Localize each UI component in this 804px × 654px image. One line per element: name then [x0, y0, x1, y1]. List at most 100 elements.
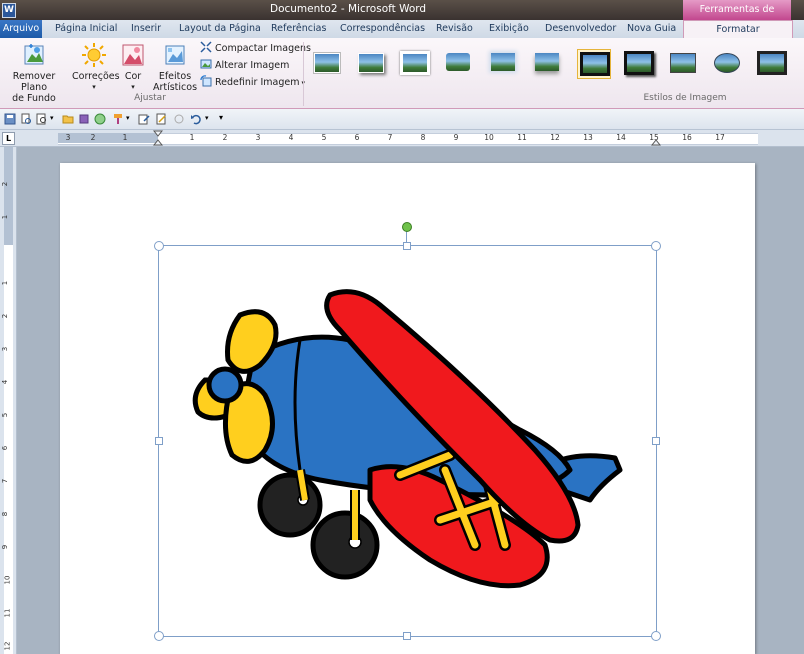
ruler-label: 16: [682, 133, 692, 142]
style-preview: [446, 53, 470, 71]
right-indent-marker[interactable]: [651, 138, 661, 146]
tab-developer[interactable]: Desenvolvedor: [545, 20, 616, 38]
picture-style-1[interactable]: [310, 49, 342, 77]
save-icon[interactable]: [4, 113, 16, 125]
picture-style-3[interactable]: [398, 49, 430, 77]
open-folder-icon[interactable]: [62, 113, 74, 125]
picture-style-4[interactable]: [442, 49, 474, 77]
ruler-label: 11: [3, 608, 12, 618]
tab-format[interactable]: Formatar: [683, 20, 793, 40]
style-preview: [491, 53, 515, 71]
picture-style-6[interactable]: [531, 49, 563, 77]
tab-view[interactable]: Exibição: [489, 20, 529, 38]
ruler-label: 2: [1, 181, 10, 187]
picture-selection-frame[interactable]: [158, 245, 657, 637]
tab-review[interactable]: Revisão: [436, 20, 473, 38]
picture-style-2[interactable]: [354, 49, 386, 77]
ruler-label: 4: [288, 133, 294, 142]
style-preview: [535, 53, 559, 71]
style-preview: [314, 53, 340, 73]
resize-handle-bottom-left[interactable]: [154, 631, 164, 641]
adjust-group-label: Ajustar: [134, 93, 166, 103]
remove-background-button[interactable]: Remover Plano de Fundo: [2, 42, 66, 104]
ruler-label: 2: [222, 133, 228, 142]
word-app-icon[interactable]: W: [2, 3, 16, 18]
horizontal-ruler[interactable]: L 3 2 1 1 2 3 4 5 6 7 8 9 10 11 12 13 14…: [0, 130, 804, 147]
tab-mailings[interactable]: Correspondências: [340, 20, 425, 38]
resize-handle-bottom[interactable]: [403, 632, 411, 640]
ruler-label: 8: [420, 133, 426, 142]
tab-file[interactable]: Arquivo: [0, 20, 42, 38]
tab-references[interactable]: Referências: [271, 20, 326, 38]
remove-background-label: Remover Plano de Fundo: [12, 71, 56, 104]
tab-page-layout[interactable]: Layout da Página: [179, 20, 261, 38]
ribbon-format: Remover Plano de Fundo Correções ▾ Cor ▾: [0, 38, 804, 109]
ruler-label: 4: [1, 379, 10, 385]
tab-home[interactable]: Página Inicial: [55, 20, 117, 38]
resize-handle-left[interactable]: [155, 437, 163, 445]
zoom-dropdown-icon[interactable]: ▾: [50, 114, 62, 126]
change-picture-button[interactable]: Alterar Imagem: [200, 58, 289, 74]
compress-pictures-button[interactable]: Compactar Imagens: [200, 41, 311, 57]
edit-icon[interactable]: [138, 113, 150, 125]
corrections-dropdown-icon: ▾: [92, 83, 96, 91]
zoom-icon[interactable]: [36, 113, 48, 125]
corrections-button[interactable]: Correções ▾: [72, 42, 120, 93]
picture-style-5[interactable]: [487, 49, 519, 77]
ruler-label: 1: [1, 214, 10, 220]
globe-icon[interactable]: [94, 113, 106, 125]
ruler-label: 6: [1, 445, 10, 451]
corrections-sun-icon: [82, 43, 106, 67]
first-line-indent-marker[interactable]: [153, 130, 163, 146]
ruler-label: 11: [517, 133, 527, 142]
painter-dropdown-icon[interactable]: ▾: [126, 114, 138, 126]
resize-handle-top-right[interactable]: [651, 241, 661, 251]
corrections-label: Correções: [72, 71, 120, 82]
artistic-effects-button[interactable]: Efeitos Artísticos: [150, 42, 200, 93]
ruler-label: 2: [1, 313, 10, 319]
ruler-label: 7: [387, 133, 393, 142]
tab-new[interactable]: Nova Guia: [627, 20, 676, 38]
ruler-label: 9: [1, 544, 10, 550]
ruler-label: 5: [321, 133, 327, 142]
tab-insert[interactable]: Inserir: [131, 20, 161, 38]
style-preview: [400, 51, 430, 75]
undo-dropdown-icon[interactable]: ▾: [205, 114, 217, 126]
color-button[interactable]: Cor ▾: [118, 42, 148, 93]
reset-picture-button[interactable]: Redefinir Imagem▾: [200, 75, 305, 91]
compress-pictures-label: Compactar Imagens: [215, 43, 311, 54]
customize-toolbar-icon[interactable]: ▾: [219, 113, 231, 125]
ruler-label: 7: [1, 478, 10, 484]
new-document-icon[interactable]: [155, 113, 167, 125]
style-preview: [670, 53, 696, 73]
window-title: Documento2 - Microsoft Word: [270, 3, 427, 15]
undo-icon[interactable]: [190, 113, 202, 125]
resize-handle-bottom-right[interactable]: [651, 631, 661, 641]
picture-style-7[interactable]: [577, 49, 611, 79]
save-as-icon[interactable]: [78, 113, 90, 125]
format-painter-icon[interactable]: [112, 113, 124, 125]
resize-handle-top[interactable]: [403, 242, 411, 250]
print-preview-icon[interactable]: [20, 113, 32, 125]
remove-background-icon: [24, 44, 44, 65]
tab-selector[interactable]: L: [2, 132, 15, 145]
resize-handle-top-left[interactable]: [154, 241, 164, 251]
ruler-label: 1: [122, 133, 128, 142]
resize-handle-right[interactable]: [652, 437, 660, 445]
color-picture-icon: [122, 44, 144, 66]
ruler-label: 9: [453, 133, 459, 142]
redo-disabled-icon: [174, 114, 184, 124]
context-tab-group-label: Ferramentas de Imagem: [683, 0, 791, 35]
vertical-ruler[interactable]: 2 1 1 2 3 4 5 6 7 8 9 10 11 12: [0, 147, 17, 654]
ruler-label: 3: [255, 133, 261, 142]
reset-picture-icon: [200, 75, 212, 87]
picture-style-8[interactable]: [622, 49, 654, 77]
vertical-ruler-top-margin: [4, 147, 13, 245]
picture-style-10[interactable]: [710, 49, 742, 77]
artistic-effects-icon: [165, 45, 185, 65]
picture-style-9[interactable]: [666, 49, 698, 77]
quick-access-toolbar: ▾ ▾ ▾ ▾: [0, 109, 804, 130]
ruler-label: 1: [1, 280, 10, 286]
picture-style-11[interactable]: [755, 49, 787, 77]
rotate-handle[interactable]: [402, 222, 412, 232]
